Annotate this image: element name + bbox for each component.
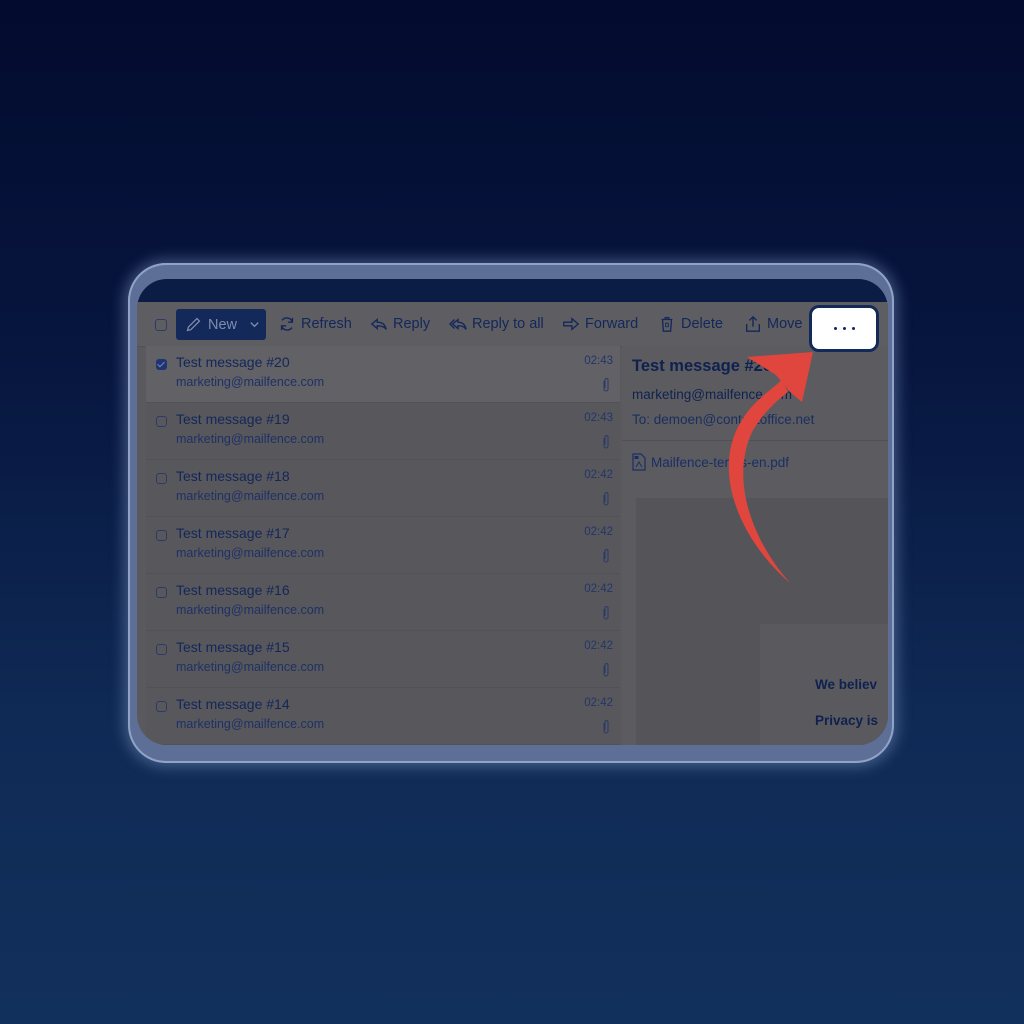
pdf-file-icon bbox=[632, 453, 646, 471]
paperclip-icon bbox=[603, 435, 609, 449]
reply-icon bbox=[370, 318, 387, 330]
refresh-label: Refresh bbox=[301, 316, 352, 332]
reader-recipient: To: demoen@contactoffice.net bbox=[632, 412, 815, 427]
app-header-bar bbox=[137, 279, 888, 302]
attachment-link[interactable]: Mailfence-terms-en.pdf bbox=[632, 453, 789, 471]
delete-label: Delete bbox=[681, 316, 723, 332]
message-sender: marketing@mailfence.com bbox=[176, 375, 325, 389]
more-dot bbox=[842, 327, 846, 330]
message-checkbox[interactable] bbox=[156, 359, 167, 370]
message-checkbox[interactable] bbox=[156, 587, 167, 598]
message-checkbox[interactable] bbox=[156, 473, 167, 484]
reading-pane: Test message #20 marketing@mailfence.com… bbox=[622, 346, 888, 745]
message-subject: Test message #15 bbox=[176, 639, 290, 655]
refresh-icon bbox=[280, 317, 294, 331]
message-checkbox[interactable] bbox=[156, 644, 167, 655]
body-text-line: We believ bbox=[815, 677, 878, 692]
message-sender: marketing@mailfence.com bbox=[176, 489, 325, 503]
message-time: 02:42 bbox=[584, 697, 613, 709]
select-all-checkbox[interactable] bbox=[155, 319, 167, 331]
reader-subject: Test message #20 bbox=[632, 357, 773, 375]
message-time: 02:42 bbox=[584, 640, 613, 652]
message-subject: Test message #18 bbox=[176, 468, 290, 484]
forward-label: Forward bbox=[585, 316, 639, 332]
message-subject: Test message #14 bbox=[176, 696, 290, 712]
message-sender: marketing@mailfence.com bbox=[176, 603, 325, 617]
reply-label: Reply bbox=[393, 316, 431, 332]
toolbar: New Refresh Reply Reply to all Forward D… bbox=[137, 302, 888, 347]
reply-all-label: Reply to all bbox=[472, 316, 544, 332]
refresh-button[interactable]: Refresh bbox=[278, 302, 352, 346]
forward-button[interactable]: Forward bbox=[562, 302, 638, 346]
message-subject: Test message #16 bbox=[176, 582, 290, 598]
paperclip-icon bbox=[603, 549, 609, 563]
new-button[interactable]: New bbox=[176, 309, 266, 340]
more-dot bbox=[833, 327, 837, 330]
message-list: Test message #20 marketing@mailfence.com… bbox=[146, 346, 620, 745]
message-sender: marketing@mailfence.com bbox=[176, 546, 325, 560]
body-text-line: Privacy is bbox=[815, 713, 879, 728]
more-actions-button[interactable] bbox=[809, 305, 879, 352]
message-row[interactable]: Test message #16 marketing@mailfence.com… bbox=[146, 574, 620, 631]
message-row[interactable]: Test message #14 marketing@mailfence.com… bbox=[146, 688, 620, 745]
move-button[interactable]: Move bbox=[744, 302, 802, 346]
move-label: Move bbox=[767, 316, 803, 332]
message-sender: marketing@mailfence.com bbox=[176, 717, 325, 731]
reader-divider bbox=[622, 440, 888, 441]
message-sender: marketing@mailfence.com bbox=[176, 660, 325, 674]
paperclip-icon bbox=[603, 492, 609, 506]
message-row[interactable]: Test message #15 marketing@mailfence.com… bbox=[146, 631, 620, 688]
pencil-icon bbox=[186, 317, 201, 332]
message-time: 02:42 bbox=[584, 526, 613, 538]
message-row[interactable]: Test message #19 marketing@mailfence.com… bbox=[146, 403, 620, 460]
reader-sender[interactable]: marketing@mailfence.com bbox=[632, 387, 792, 402]
delete-button[interactable]: Delete bbox=[658, 302, 723, 346]
attachment-name: Mailfence-terms-en.pdf bbox=[651, 454, 790, 470]
chevron-down-icon[interactable] bbox=[249, 319, 260, 330]
message-checkbox[interactable] bbox=[156, 416, 167, 427]
more-dot bbox=[851, 327, 855, 330]
message-time: 02:43 bbox=[584, 355, 613, 367]
message-row[interactable]: Test message #18 marketing@mailfence.com… bbox=[146, 460, 620, 517]
message-row[interactable]: Test message #20 marketing@mailfence.com… bbox=[146, 346, 620, 403]
paperclip-icon bbox=[603, 378, 609, 392]
message-time: 02:43 bbox=[584, 412, 613, 424]
mail-app-window: New Refresh Reply Reply to all Forward D… bbox=[137, 279, 888, 745]
message-time: 02:42 bbox=[584, 469, 613, 481]
message-time: 02:42 bbox=[584, 583, 613, 595]
paperclip-icon bbox=[603, 720, 609, 734]
paperclip-icon bbox=[603, 663, 609, 677]
message-checkbox[interactable] bbox=[156, 530, 167, 541]
message-subject: Test message #20 bbox=[176, 354, 290, 370]
forward-icon bbox=[563, 317, 580, 331]
reply-button[interactable]: Reply bbox=[370, 302, 430, 346]
message-row[interactable]: Test message #17 marketing@mailfence.com… bbox=[146, 517, 620, 574]
paperclip-icon bbox=[603, 606, 609, 620]
message-checkbox[interactable] bbox=[156, 701, 167, 712]
reply-all-button[interactable]: Reply to all bbox=[449, 302, 544, 346]
message-sender: marketing@mailfence.com bbox=[176, 432, 325, 446]
reply-all-icon bbox=[449, 318, 467, 330]
trash-icon bbox=[661, 317, 673, 332]
move-icon bbox=[746, 315, 760, 332]
message-subject: Test message #17 bbox=[176, 525, 290, 541]
new-button-label: New bbox=[208, 316, 238, 333]
message-subject: Test message #19 bbox=[176, 411, 290, 427]
